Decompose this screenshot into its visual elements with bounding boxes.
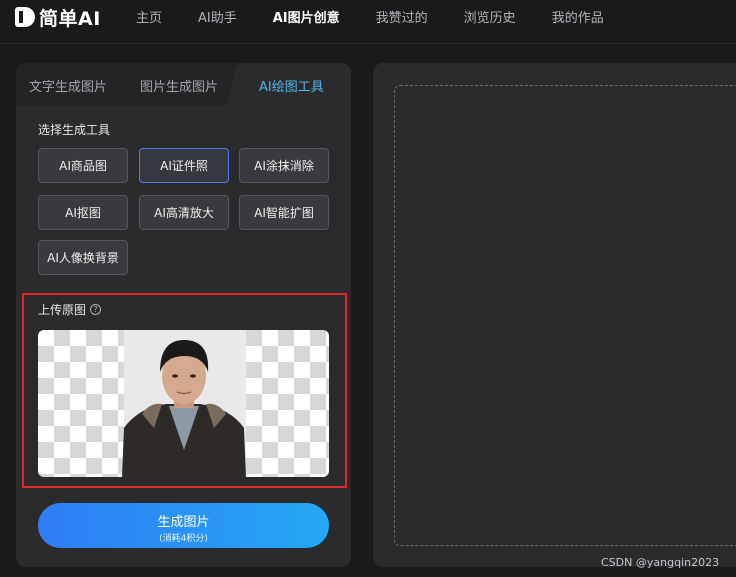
generate-button-cost: (消耗4积分) xyxy=(159,534,208,544)
portrait-photo xyxy=(122,330,246,477)
nav-my-works[interactable]: 我的作品 xyxy=(552,7,604,26)
nav-liked[interactable]: 我赞过的 xyxy=(376,7,428,26)
left-eye xyxy=(172,374,178,378)
result-drop-zone[interactable] xyxy=(394,85,736,546)
nav-history[interactable]: 浏览历史 xyxy=(464,7,516,26)
generate-image-button[interactable]: 生成图片 (消耗4积分) xyxy=(38,503,329,548)
tool-button-id-photo[interactable]: AI证件照 xyxy=(139,148,229,183)
tool-button-expand[interactable]: AI智能扩图 xyxy=(239,195,329,230)
logo-icon xyxy=(15,7,35,27)
tool-button-product-image[interactable]: AI商品图 xyxy=(38,148,128,183)
mode-tabs: 文字生成图片 图片生成图片 AI绘图工具 xyxy=(16,63,351,105)
tab-image-to-image[interactable]: 图片生成图片 xyxy=(140,76,218,95)
help-icon[interactable]: ? xyxy=(90,304,102,315)
tab-text-to-image[interactable]: 文字生成图片 xyxy=(29,76,107,95)
tab-ai-drawing-tools[interactable]: AI绘图工具 xyxy=(259,76,324,95)
top-navigation-bar: 简单AI 主页 AI助手 AI图片创意 我赞过的 浏览历史 我的作品 xyxy=(0,0,736,44)
generate-button-label: 生成图片 xyxy=(157,515,210,530)
right-eye xyxy=(190,374,196,378)
logo-text: 简单AI xyxy=(39,7,101,30)
upload-label: 上传原图 ? xyxy=(38,301,102,318)
logo[interactable]: 简单AI xyxy=(15,5,101,30)
tool-button-upscale[interactable]: AI高清放大 xyxy=(139,195,229,230)
tool-section-label: 选择生成工具 xyxy=(38,123,111,137)
nav-ai-assistant[interactable]: AI助手 xyxy=(198,7,237,26)
main-nav: 主页 AI助手 AI图片创意 我赞过的 浏览历史 我的作品 xyxy=(136,7,640,26)
watermark: CSDN @yangqin2023 xyxy=(601,556,720,569)
nav-home[interactable]: 主页 xyxy=(136,7,162,26)
tool-button-cutout[interactable]: AI抠图 xyxy=(38,195,128,230)
upload-label-text: 上传原图 xyxy=(38,303,87,317)
tool-button-portrait-background[interactable]: AI人像换背景 xyxy=(38,240,128,275)
nav-ai-image-creative[interactable]: AI图片创意 xyxy=(273,7,340,26)
tool-button-erase[interactable]: AI涂抹消除 xyxy=(239,148,329,183)
uploaded-image-preview[interactable] xyxy=(38,330,329,477)
